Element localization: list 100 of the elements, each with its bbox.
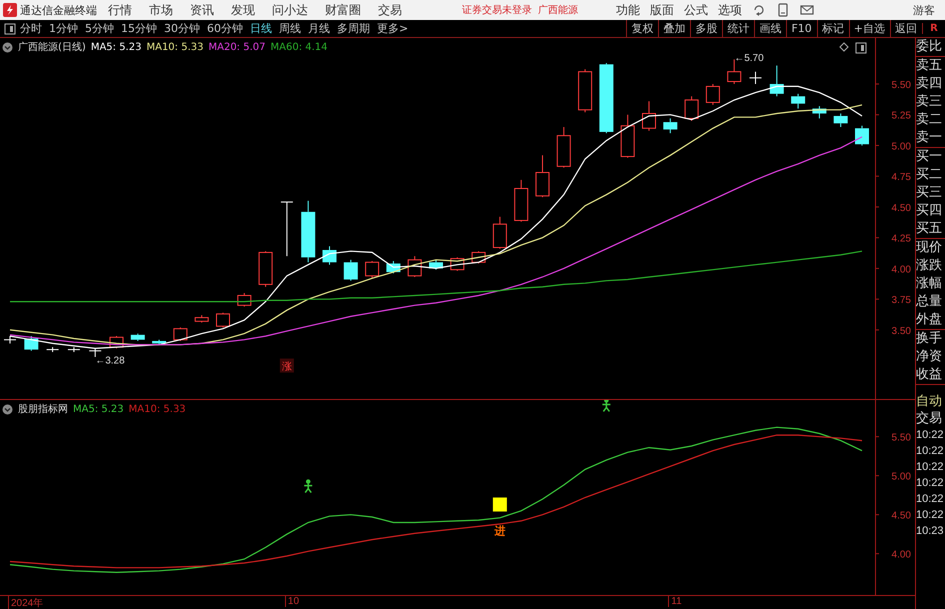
mail-icon[interactable]	[800, 3, 814, 17]
candlestick	[556, 126, 571, 168]
quote-label: 换手	[916, 330, 943, 348]
menu-item[interactable]: 交易	[378, 2, 402, 18]
trade-time: 10:23	[916, 524, 945, 539]
candlestick	[88, 348, 102, 358]
user-name[interactable]: 游客	[913, 2, 935, 18]
collapse-icon[interactable]	[2, 42, 13, 52]
axis-label: 5.25	[892, 110, 911, 122]
quote-label: 委比	[916, 38, 943, 56]
axis-label: 3.75	[892, 295, 911, 306]
period-tab[interactable]: 5分钟	[82, 21, 117, 36]
refresh-icon[interactable]	[752, 3, 766, 17]
trade-tab[interactable]: 自动	[916, 393, 945, 410]
quote-label: 收益	[916, 366, 943, 384]
quote-label: 卖五	[916, 57, 943, 75]
menu-item[interactable]: 选项	[718, 2, 742, 18]
panel-toggle-icon[interactable]	[855, 42, 867, 54]
diamond-icon[interactable]	[839, 42, 849, 52]
candlestick	[280, 202, 294, 257]
phone-icon[interactable]	[776, 3, 790, 17]
quote-label: 买二	[916, 166, 943, 184]
trade-time: 10:22	[916, 476, 945, 491]
figure-icon	[602, 400, 612, 412]
candlestick	[642, 100, 656, 132]
period-tab[interactable]: 周线	[276, 21, 304, 36]
quote-label: 卖一	[916, 129, 943, 147]
chart-title: 广西能源(日线)	[18, 40, 86, 54]
candlestick	[46, 346, 60, 353]
toolbar-button[interactable]: 复权	[626, 20, 658, 37]
menu-item[interactable]: 市场	[149, 2, 173, 18]
toolbar-button[interactable]: 统计	[722, 20, 754, 37]
toolbar-button[interactable]: +自选	[848, 20, 889, 37]
candlestick	[110, 336, 124, 349]
candlestick	[514, 179, 528, 222]
period-tab[interactable]: 60分钟	[204, 21, 246, 36]
menu-item[interactable]: 问小达	[272, 2, 308, 18]
candlestick	[173, 326, 188, 342]
corner-label: R	[922, 23, 945, 34]
menu-item[interactable]: 发现	[231, 2, 255, 18]
candlestick	[386, 260, 400, 274]
toolbar-button[interactable]: 多股	[690, 20, 722, 37]
candlestick	[450, 256, 464, 272]
trade-tab[interactable]: 交易	[916, 410, 945, 427]
quote-label: 买四	[916, 202, 943, 220]
candlestick	[599, 62, 614, 134]
toolbar-button[interactable]: 叠加	[658, 20, 690, 37]
candlestick	[472, 250, 486, 264]
axis-label: 5.50	[892, 80, 911, 91]
quote-label: 卖二	[916, 111, 943, 129]
axis-label: 3.50	[892, 326, 911, 337]
quote-label: 买五	[916, 220, 943, 238]
legend-item: MA5: 5.23	[73, 404, 124, 414]
menu-item[interactable]: 功能	[616, 2, 640, 18]
menu-item[interactable]: 版面	[650, 2, 674, 18]
candlestick	[365, 260, 380, 279]
figure-icon	[303, 479, 313, 494]
toolbar-button[interactable]: 返回	[890, 20, 921, 37]
quote-label: 买三	[916, 184, 943, 202]
date-label: 10	[284, 596, 300, 607]
period-tab[interactable]: 分时	[17, 21, 45, 36]
panel-toggle-icon[interactable]	[4, 22, 16, 36]
axis-label: 4.00	[892, 264, 911, 276]
legend-item: MA60: 4.14	[270, 42, 328, 52]
collapse-icon[interactable]	[2, 404, 13, 414]
period-tab[interactable]: 30分钟	[161, 21, 203, 36]
menu-item[interactable]: 公式	[684, 2, 708, 18]
candlestick	[4, 336, 16, 344]
date-label: 2024年	[8, 596, 44, 609]
menu-item[interactable]: 行情	[108, 2, 132, 18]
stock-name: 广西能源	[538, 4, 578, 17]
menu-item[interactable]: 资讯	[190, 2, 214, 18]
axis-label: 4.50	[892, 510, 911, 522]
axis-label: 4.50	[892, 202, 911, 214]
candlestick	[791, 93, 806, 110]
candlestick	[322, 246, 336, 266]
menu-item[interactable]: 财富圈	[325, 2, 361, 18]
candlestick	[237, 292, 252, 308]
candlestick	[812, 106, 826, 119]
candlestick	[770, 65, 784, 97]
toolbar-button[interactable]: 画线	[754, 20, 786, 37]
candlestick	[492, 216, 507, 250]
quote-label: 外盘	[916, 311, 943, 329]
period-tab[interactable]: 1分钟	[46, 21, 81, 36]
buy-signal-label: 进	[494, 524, 506, 538]
candlestick	[194, 314, 209, 324]
toolbar-button[interactable]: 标记	[816, 20, 848, 37]
login-status[interactable]: 证券交易未登录	[462, 3, 532, 17]
candlestick	[536, 154, 550, 198]
candlestick	[620, 114, 635, 158]
quote-label: 总量	[916, 293, 943, 311]
period-tab[interactable]: 15分钟	[118, 21, 160, 36]
toolbar-button[interactable]: F10	[786, 20, 816, 37]
period-tab[interactable]: 月线	[305, 21, 333, 36]
candlestick	[429, 259, 443, 270]
price-label: ←3.28	[95, 355, 125, 366]
period-tab[interactable]: 日线	[247, 21, 275, 36]
quote-label: 涨跌	[916, 257, 943, 275]
period-tab[interactable]: 更多>	[374, 21, 412, 36]
period-tab[interactable]: 多周期	[334, 21, 373, 36]
